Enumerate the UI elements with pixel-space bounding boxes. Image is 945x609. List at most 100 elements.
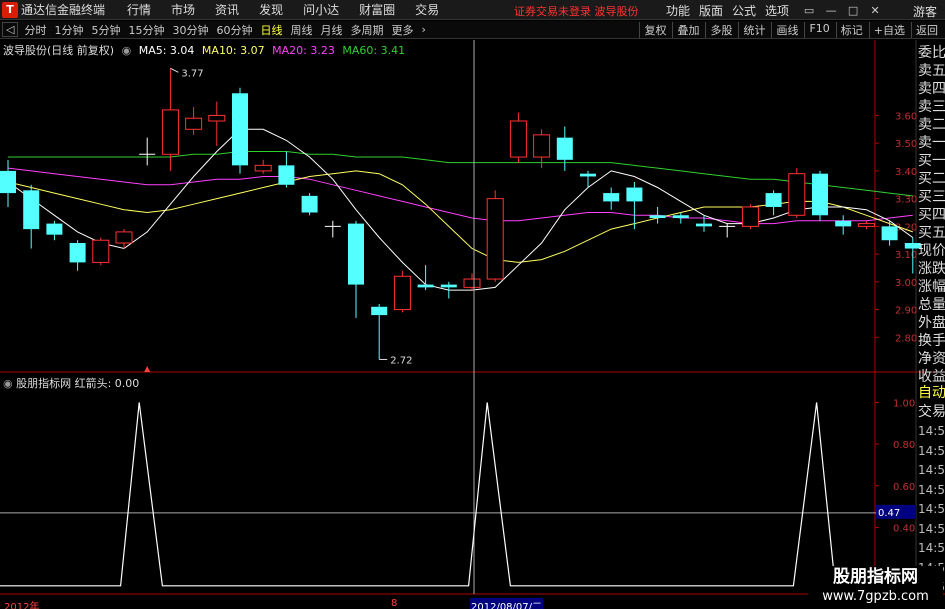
watermark-url: www.7gpzb.com: [822, 589, 929, 604]
auto-label[interactable]: 自动: [918, 384, 945, 403]
quote-field-14: 总量: [918, 297, 945, 313]
quote-field-10: 买五: [918, 225, 945, 241]
trade-label[interactable]: 交易: [918, 403, 945, 422]
quote-field-3: 卖三: [918, 99, 945, 115]
candle-body-38: [881, 226, 898, 241]
watermark-title: 股朋指标网: [833, 567, 918, 587]
year-label: 2012年: [4, 602, 40, 609]
price-tick-label-4: 3.20: [895, 222, 917, 233]
ind-tick-label-3: 0.80: [893, 440, 915, 451]
candle-body-18: [417, 284, 434, 288]
candle-body-22: [509, 120, 527, 158]
candle-body-10: [232, 93, 248, 166]
candle-body-26: [603, 193, 620, 202]
candle-body-29: [672, 215, 689, 219]
candle-body-24: [556, 137, 573, 160]
quote-field-5: 卖一: [918, 135, 945, 151]
ind-tick-label-1: 0.40: [893, 523, 915, 534]
quote-field-8: 买三: [918, 189, 945, 205]
trade-time-4: 14:56: [918, 502, 945, 516]
price-tick-label-3: 3.10: [895, 250, 917, 261]
trade-time-6: 14:56: [918, 541, 945, 555]
ma5-label: MA5: 3.04: [138, 44, 195, 57]
quote-field-7: 买二: [918, 171, 945, 187]
quote-field-9: 买四: [918, 207, 945, 223]
quote-field-1: 卖五: [918, 63, 945, 79]
candle-body-9: [208, 114, 226, 122]
ma60-line: [8, 151, 913, 197]
candle-body-0: [0, 170, 16, 194]
high-marker: [170, 67, 179, 73]
settings-icon[interactable]: ◉: [122, 44, 132, 57]
month-label: 8: [391, 598, 398, 609]
candle-body-3: [69, 243, 86, 263]
trade-time-0: 14:56: [918, 424, 945, 438]
price-tick-label-0: 2.80: [895, 333, 917, 344]
watermark: 股朋指标网 www.7gpzb.com: [808, 566, 943, 606]
chart-canvas[interactable]: 2.802.903.003.103.203.303.403.503.600.20…: [0, 0, 945, 609]
quote-field-0: 委比: [918, 45, 945, 61]
indicator-value: 红箭头: 0.00: [74, 377, 140, 390]
candle-body-36: [835, 220, 852, 227]
quote-field-4: 卖二: [918, 117, 945, 133]
indicator-settings-icon[interactable]: ◉: [3, 377, 13, 390]
quote-field-2: 卖四: [918, 81, 945, 97]
candle-body-16: [371, 306, 388, 316]
event-marker-icon: [144, 366, 151, 372]
candle-body-25: [580, 173, 596, 177]
candle-body-17: [393, 275, 411, 311]
candle-body-19: [440, 284, 457, 288]
candle-body-30: [696, 223, 712, 227]
candle-body-27: [626, 187, 643, 202]
candle-body-34: [788, 173, 806, 216]
price-tick-label-1: 2.90: [895, 306, 917, 317]
trade-time-2: 14:56: [918, 463, 945, 477]
quote-field-11: 现价: [918, 243, 945, 259]
crosshair-value-label: 0.47: [878, 508, 900, 519]
candle-body-32: [741, 206, 759, 227]
ind-tick-label-4: 1.00: [893, 398, 915, 409]
quote-field-12: 涨跌: [918, 261, 945, 277]
candle-body-12: [278, 165, 295, 185]
candle-body-13: [301, 195, 318, 213]
ma5-line: [7, 128, 914, 291]
candle-body-2: [46, 223, 63, 235]
ma60-label: MA60: 3.41: [342, 44, 406, 57]
candle-body-1: [23, 190, 40, 230]
quote-field-15: 外盘: [918, 315, 945, 331]
trade-time-5: 14:56: [918, 521, 945, 536]
candle-body-28: [649, 215, 666, 219]
price-tick-label-8: 3.60: [895, 111, 917, 122]
trade-time-1: 14:56: [918, 443, 945, 458]
quote-field-16: 换手: [918, 333, 945, 349]
candle-body-23: [533, 134, 551, 158]
quote-field-17: 净资: [918, 351, 945, 367]
candle-body-15: [348, 223, 364, 285]
candle-body-33: [765, 193, 782, 207]
candle-body-11: [254, 164, 272, 172]
quote-field-13: 涨幅: [918, 279, 945, 295]
cursor-date-label: 2012/08/07/二: [470, 598, 544, 609]
candle-body-35: [812, 173, 828, 216]
candle-body-4: [92, 239, 110, 263]
ma10-label: MA10: 3.07: [201, 44, 265, 57]
quote-field-6: 买一: [918, 153, 945, 169]
indicator-name: 股朋指标网: [16, 377, 72, 390]
candle-body-21: [486, 198, 504, 280]
indicator-line: [0, 402, 928, 587]
price-tick-label-7: 3.50: [895, 139, 917, 150]
candle-body-20: [463, 278, 481, 288]
stock-name: 波导股份(日线 前复权): [3, 44, 115, 57]
ind-tick-label-2: 0.60: [893, 482, 915, 493]
price-tick-label-2: 3.00: [895, 278, 917, 289]
low-label: 2.72: [390, 355, 412, 366]
quote-panel: 委比 卖五 卖四 卖三 卖二 卖一 买一 买二 买三 买四 买五 现价 涨跌 涨幅 总量 外盘 换手 净资 收益: [918, 44, 945, 386]
candle-body-7: [161, 109, 179, 155]
ma20-label: MA20: 3.23: [272, 44, 335, 57]
chart-info-line: 波导股份(日线 前复权) ◉ MA5: 3.04 MA10: 3.07 MA20…: [3, 42, 409, 58]
trade-time-3: 14:56: [918, 482, 945, 497]
price-tick-label-6: 3.40: [895, 167, 917, 178]
candle-body-5: [115, 231, 133, 244]
indicator-info-line: ◉ 股朋指标网 红箭头: 0.00: [3, 375, 139, 391]
candle-body-37: [857, 223, 875, 227]
